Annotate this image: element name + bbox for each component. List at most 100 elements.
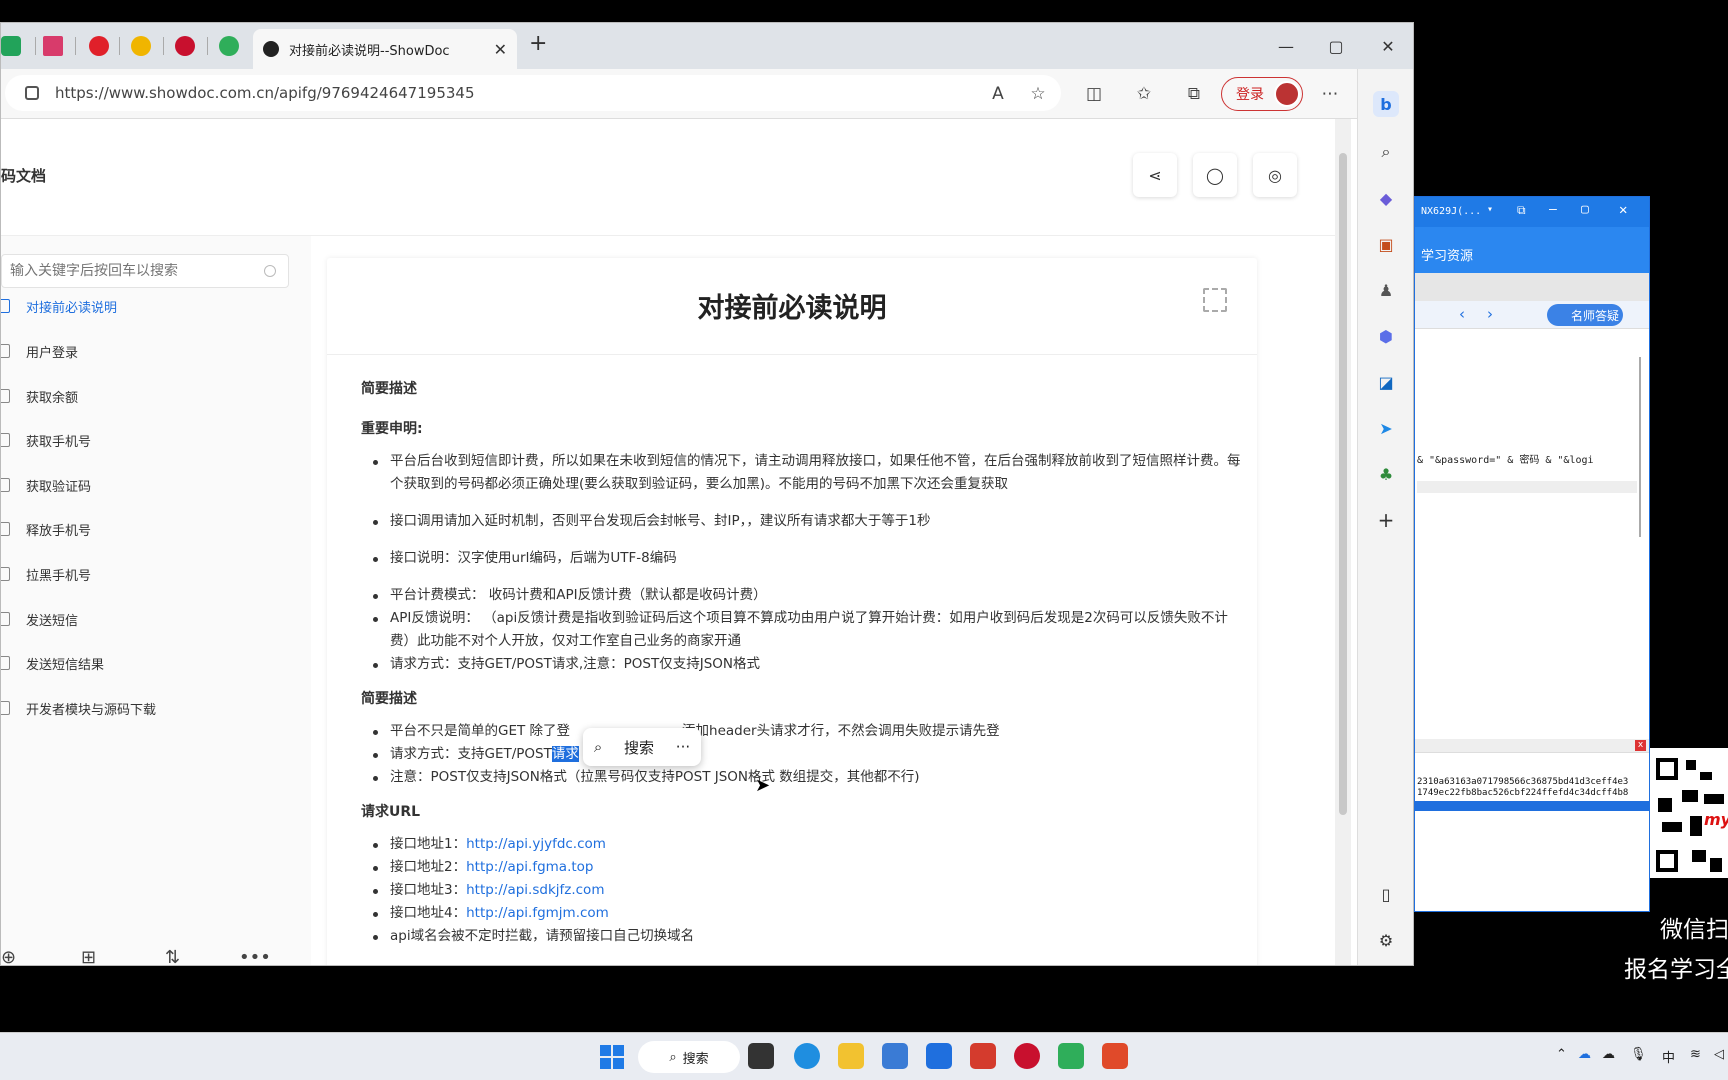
office-icon[interactable]: ⬢ — [1373, 323, 1399, 349]
login-button[interactable]: 登录 — [1221, 77, 1303, 111]
collections-icon[interactable]: ⧉ — [1181, 81, 1207, 107]
sort-icon[interactable]: ⇅ — [165, 947, 180, 965]
nav-item[interactable]: 获取余额 — [1, 384, 78, 408]
more-menu-icon[interactable]: ⋯ — [1317, 81, 1343, 107]
edge-app-icon[interactable] — [794, 1043, 820, 1069]
chevron-down-icon[interactable]: ▾ — [1487, 204, 1493, 215]
orange-app-icon[interactable] — [1102, 1043, 1128, 1069]
tab-favicon-1[interactable] — [1, 36, 21, 56]
volume-icon[interactable]: ◁ — [1714, 1047, 1724, 1062]
document-icon — [1, 567, 10, 581]
more-options-icon[interactable]: ••• — [239, 947, 271, 965]
api-link[interactable]: http://api.sdkjfz.com — [466, 882, 604, 898]
green-app-icon[interactable] — [1058, 1043, 1084, 1069]
api-link[interactable]: http://api.fgma.top — [466, 859, 593, 875]
tools-icon[interactable]: ▣ — [1373, 231, 1399, 257]
close-tab-icon[interactable]: ✕ — [494, 40, 507, 59]
tutor-button[interactable]: 名师答疑 — [1547, 304, 1623, 326]
maximize-icon[interactable]: ▢ — [1581, 202, 1589, 217]
popup-more-icon[interactable]: ··· — [676, 738, 690, 756]
split-screen-icon[interactable]: ◫ — [1081, 81, 1107, 107]
nav-item[interactable]: 获取手机号 — [1, 428, 91, 452]
minimize-icon[interactable]: — — [1549, 202, 1557, 217]
shopping-icon[interactable]: ◆ — [1373, 185, 1399, 211]
add-icon[interactable]: + — [1373, 507, 1399, 533]
user-button[interactable]: ◯ — [1193, 153, 1237, 197]
api-link[interactable]: http://api.yjyfdc.com — [466, 836, 606, 852]
nav-item[interactable]: 获取验证码 — [1, 473, 91, 497]
restore-icon[interactable]: ⧉ — [1517, 203, 1526, 218]
tab-separator — [35, 37, 36, 55]
onedrive-icon[interactable]: ☁ — [1602, 1047, 1615, 1062]
tab-favicon-4[interactable] — [131, 36, 151, 56]
chat-app-icon[interactable] — [838, 1043, 864, 1069]
send-icon[interactable]: ➤ — [1373, 415, 1399, 441]
tab-active[interactable]: 对接前必读说明--ShowDoc ✕ — [253, 29, 517, 69]
minimize-icon[interactable]: — — [1263, 31, 1309, 61]
ime-indicator[interactable]: 中 — [1662, 1047, 1675, 1066]
maximize-icon[interactable]: ▢ — [1313, 31, 1359, 61]
sidebar-toggle-icon[interactable]: ▯ — [1373, 881, 1399, 907]
outlook-icon[interactable]: ◪ — [1373, 369, 1399, 395]
nav-item[interactable]: 释放手机号 — [1, 517, 91, 541]
cursor-icon: ➤ — [755, 775, 771, 796]
tree-icon[interactable]: ♣ — [1373, 461, 1399, 487]
scrollbar-thumb[interactable] — [1339, 153, 1347, 815]
edge-sidebar: b ⌕ ◆ ▣ ♟ ⬢ ◪ ➤ ♣ + ▯ ⚙ — [1357, 69, 1413, 965]
close-icon[interactable]: ✕ — [1619, 202, 1627, 218]
back-icon[interactable]: ‹ — [1459, 305, 1465, 323]
task-view-icon[interactable] — [748, 1043, 774, 1069]
add-folder-icon[interactable]: ⊞ — [81, 947, 96, 965]
tab-favicon-5[interactable] — [175, 36, 195, 56]
tab-favicon-2[interactable] — [43, 36, 63, 56]
list-item: 请求方式：支持GET/POST请求 — [361, 743, 1241, 766]
forward-icon[interactable]: › — [1487, 305, 1493, 323]
scrollbar[interactable] — [1639, 357, 1641, 537]
url-field[interactable]: https://www.showdoc.com.cn/apifg/9769424… — [5, 75, 1061, 111]
nav-item[interactable]: 对接前必读说明 — [1, 294, 117, 318]
search-icon[interactable]: ⌕ — [1373, 139, 1399, 165]
selected-row — [1415, 801, 1649, 811]
cloud-icon[interactable]: ☁ — [1578, 1047, 1591, 1062]
wifi-icon[interactable]: ≋ — [1690, 1047, 1701, 1062]
copilot-icon[interactable]: b — [1373, 91, 1399, 117]
popup-search-button[interactable]: 搜索 — [624, 737, 654, 758]
nav-item[interactable]: 用户登录 — [1, 339, 78, 363]
close-window-icon[interactable]: ✕ — [1365, 31, 1411, 61]
close-icon[interactable]: x — [1635, 740, 1646, 751]
chevron-up-icon[interactable]: ⌃ — [1556, 1047, 1567, 1062]
api-link[interactable]: http://api.fgmjm.com — [466, 905, 609, 921]
favorites-icon[interactable]: ✩ — [1131, 81, 1157, 107]
new-tab-icon[interactable]: + — [529, 31, 547, 56]
notes-app-icon[interactable] — [926, 1043, 952, 1069]
nav-item[interactable]: 发送短信结果 — [1, 651, 104, 675]
nav-item[interactable]: 拉黑手机号 — [1, 562, 91, 586]
search-icon[interactable] — [264, 265, 276, 277]
nav-item[interactable]: 开发者模块与源码下载 — [1, 696, 156, 720]
share-button[interactable]: ⋖ — [1133, 153, 1177, 197]
wps-app-icon[interactable] — [970, 1043, 996, 1069]
media-app-icon[interactable] — [1014, 1043, 1040, 1069]
search-input[interactable] — [10, 263, 260, 279]
search-box[interactable] — [1, 254, 289, 288]
list-item: 注意：POST仅支持JSON格式（拉黑号码仅支持POST JSON格式 数组提交… — [361, 766, 1241, 789]
tab-favicon-3[interactable] — [89, 36, 109, 56]
games-icon[interactable]: ♟ — [1373, 277, 1399, 303]
settings-button[interactable]: ◎ — [1253, 153, 1297, 197]
gear-icon[interactable]: ⚙ — [1373, 927, 1399, 953]
tab-favicon-6[interactable] — [219, 36, 239, 56]
microphone-icon[interactable]: 🎙 — [1630, 1047, 1647, 1062]
start-icon[interactable] — [600, 1045, 624, 1069]
code-line: & "&password=" & 密码 & "&logi — [1417, 455, 1594, 466]
selected-text[interactable]: 请求 — [551, 746, 579, 762]
section-heading: 简要描述 — [361, 381, 417, 397]
search-icon[interactable]: ⌕ — [594, 738, 602, 756]
tab-title: 对接前必读说明--ShowDoc — [289, 43, 450, 59]
add-favorite-icon[interactable]: ☆ — [1025, 81, 1051, 107]
fullscreen-icon[interactable] — [1203, 288, 1227, 312]
nav-item[interactable]: 发送短信 — [1, 607, 78, 631]
read-aloud-icon[interactable]: A — [985, 81, 1011, 107]
add-page-icon[interactable]: ⊕ — [1, 947, 16, 965]
remote-app-icon[interactable] — [882, 1043, 908, 1069]
taskbar-search[interactable]: ⌕ 搜索 — [638, 1041, 740, 1073]
